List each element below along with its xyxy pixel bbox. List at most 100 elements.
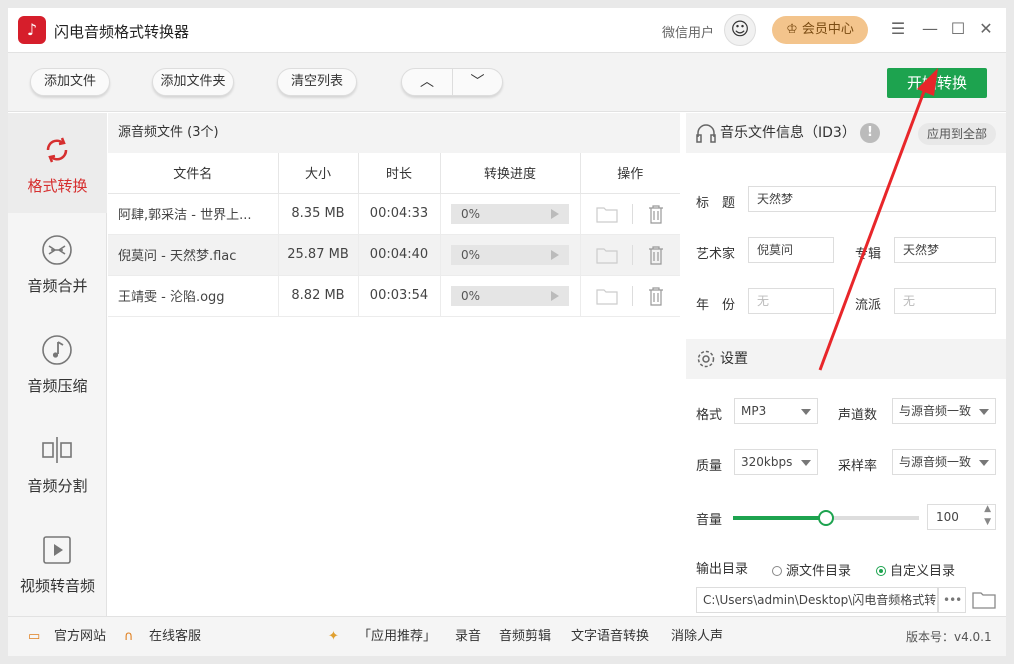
settings-header: 设置 <box>686 339 1006 379</box>
channels-label: 声道数 <box>838 408 878 423</box>
gear-icon <box>697 350 715 368</box>
chevron-down-icon <box>801 460 811 466</box>
id3-title: 音乐文件信息（ID3） <box>720 125 856 141</box>
volume-stepper[interactable]: 100 ▲ ▼ <box>927 504 996 530</box>
samplerate-select[interactable]: 与源音频一致 <box>892 449 996 475</box>
table-row[interactable]: 阿肆,郭采洁 - 世界上... 8.35 MB 00:04:33 0% <box>108 193 680 235</box>
website-link[interactable]: 官方网站 <box>54 617 106 656</box>
artist-field[interactable]: 倪莫问 <box>748 237 834 263</box>
service-link[interactable]: 在线客服 <box>149 617 201 656</box>
start-convert-button[interactable]: 开始转换 <box>887 68 987 98</box>
quality-select[interactable]: 320kbps <box>734 449 818 475</box>
artist-label: 艺术家 <box>696 247 736 262</box>
file-size: 8.82 MB <box>278 275 359 317</box>
file-size: 25.87 MB <box>278 234 359 276</box>
column-header: 时长 <box>358 153 441 194</box>
progress-text: 0% <box>461 247 481 262</box>
progress-text: 0% <box>461 288 481 303</box>
radio-custom-dir[interactable]: 自定义目录 <box>876 560 955 579</box>
volume-handle[interactable] <box>818 510 834 526</box>
column-header: 转换进度 <box>440 153 581 194</box>
channels-value: 与源音频一致 <box>899 404 972 418</box>
stepper-arrows-icon[interactable]: ▲ ▼ <box>984 503 991 529</box>
app-window: ♪ 闪电音频格式转换器 微信用户 ☺ ♔ 会员中心 ☰ — ☐ ✕ 添加文件 添… <box>8 8 1006 656</box>
table-row[interactable]: 王靖雯 - 沦陷.ogg 8.82 MB 00:03:54 0% <box>108 275 680 317</box>
footer-link-audio-cut[interactable]: 音频剪辑 <box>499 617 551 656</box>
folder-icon[interactable] <box>596 205 618 223</box>
quality-value: 320kbps <box>741 455 793 469</box>
merge-icon <box>42 235 72 265</box>
format-value: MP3 <box>741 404 767 418</box>
add-file-button[interactable]: 添加文件 <box>30 68 110 96</box>
volume-value: 100 <box>936 510 959 524</box>
id3-header: 音乐文件信息（ID3） ! 应用到全部 <box>686 113 1006 153</box>
crown-icon: ♔ <box>786 22 802 37</box>
open-folder-icon[interactable] <box>972 590 996 610</box>
move-down-icon[interactable]: ﹀ <box>452 69 502 95</box>
minimize-icon[interactable]: — <box>918 17 942 41</box>
progress-bar: 0% <box>451 244 569 265</box>
album-label: 专辑 <box>855 247 882 262</box>
video-play-icon <box>43 536 71 564</box>
file-size: 8.35 MB <box>278 193 359 235</box>
column-header: 操作 <box>580 153 680 194</box>
channels-select[interactable]: 与源音频一致 <box>892 398 996 424</box>
radio-source-dir[interactable]: 源文件目录 <box>772 560 851 579</box>
format-label: 格式 <box>696 408 723 423</box>
volume-slider[interactable] <box>733 510 919 526</box>
delete-icon[interactable] <box>647 245 665 265</box>
sidebar-item-audio-merge[interactable]: 音频合并 <box>8 213 107 313</box>
info-icon[interactable]: ! <box>860 123 880 143</box>
title-label: 标 题 <box>696 196 736 211</box>
sidebar-item-audio-compress[interactable]: 音频压缩 <box>8 313 107 413</box>
format-select[interactable]: MP3 <box>734 398 818 424</box>
progress-cell: 0% <box>440 275 581 317</box>
sidebar-item-format-convert[interactable]: 格式转换 <box>8 113 107 213</box>
footer: ▭ 官方网站 ∩ 在线客服 ✦ 「应用推荐」 录音 音频剪辑 文字语音转换 消除… <box>8 616 1006 656</box>
sidebar-item-audio-split[interactable]: 音频分割 <box>8 413 107 513</box>
maximize-icon[interactable]: ☐ <box>946 17 970 41</box>
file-duration: 00:04:40 <box>358 234 441 276</box>
music-note-icon <box>42 335 72 365</box>
genre-field[interactable]: 无 <box>894 288 996 314</box>
radio-checked-icon <box>876 566 886 576</box>
close-icon[interactable]: ✕ <box>974 17 998 41</box>
browse-button[interactable]: ••• <box>938 587 966 613</box>
clear-list-button[interactable]: 清空列表 <box>277 68 357 96</box>
play-icon[interactable] <box>551 249 559 260</box>
sidebar-item-label: 音频分割 <box>27 477 88 495</box>
title-bar: ♪ 闪电音频格式转换器 微信用户 ☺ ♔ 会员中心 ☰ — ☐ ✕ <box>8 8 1006 52</box>
sidebar-item-label: 格式转换 <box>27 177 88 195</box>
version-label: 版本号：v4.0.1 <box>906 630 992 644</box>
footer-link-vocal-remove[interactable]: 消除人声 <box>671 617 723 656</box>
title-field[interactable]: 天然梦 <box>748 186 996 212</box>
file-name: 阿肆,郭采洁 - 世界上... <box>108 193 279 235</box>
footer-link-record[interactable]: 录音 <box>455 617 481 656</box>
play-icon[interactable] <box>551 290 559 301</box>
file-table: 文件名 大小 时长 转换进度 操作 阿肆,郭采洁 - 世界上... 8.35 M… <box>108 153 680 317</box>
avatar[interactable]: ☺ <box>724 14 756 46</box>
album-field[interactable]: 天然梦 <box>894 237 996 263</box>
move-up-icon[interactable]: ︿ <box>402 69 452 95</box>
output-path-field[interactable]: C:\Users\admin\Desktop\闪电音频格式转 <box>696 587 938 613</box>
year-field[interactable]: 无 <box>748 288 834 314</box>
app-title: 闪电音频格式转换器 <box>54 23 190 41</box>
add-folder-button[interactable]: 添加文件夹 <box>152 68 234 96</box>
vip-center-button[interactable]: ♔ 会员中心 <box>772 16 868 44</box>
progress-bar: 0% <box>451 203 569 224</box>
delete-icon[interactable] <box>647 204 665 224</box>
play-icon[interactable] <box>551 208 559 219</box>
radio-icon <box>772 566 782 576</box>
apply-all-button[interactable]: 应用到全部 <box>918 123 996 145</box>
folder-icon[interactable] <box>596 246 618 264</box>
progress-cell: 0% <box>440 193 581 235</box>
file-name: 王靖雯 - 沦陷.ogg <box>108 275 279 317</box>
sidebar-item-video-to-audio[interactable]: 视频转音频 <box>8 513 107 613</box>
folder-icon[interactable] <box>596 287 618 305</box>
delete-icon[interactable] <box>647 286 665 306</box>
horn-icon: ✦ <box>328 629 339 644</box>
menu-icon[interactable]: ☰ <box>886 17 910 41</box>
table-row[interactable]: 倪莫问 - 天然梦.flac 25.87 MB 00:04:40 0% <box>108 234 680 276</box>
user-name[interactable]: 微信用户 <box>662 22 714 41</box>
footer-link-tts[interactable]: 文字语音转换 <box>571 617 649 656</box>
